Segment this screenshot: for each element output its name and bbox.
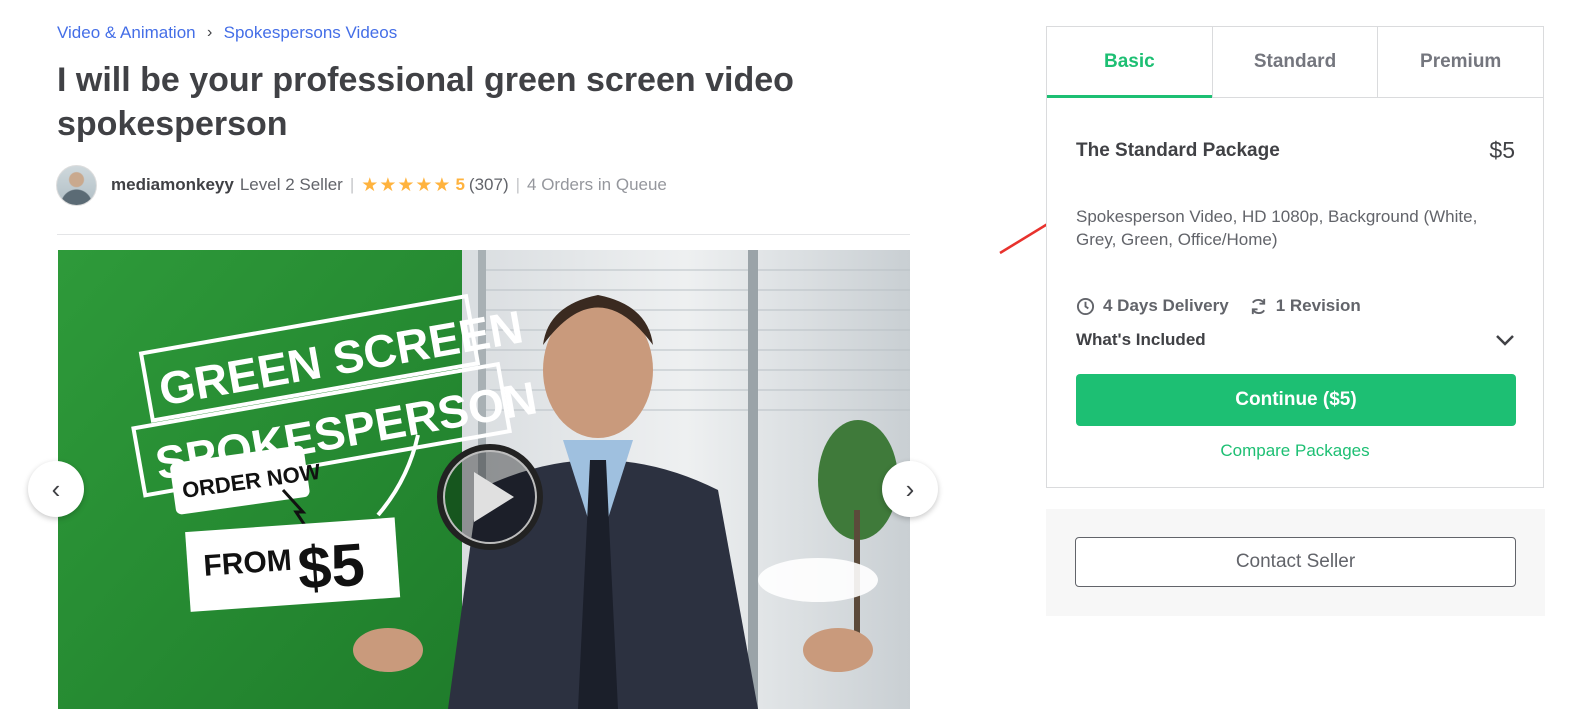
revisions-label: 1 Revision <box>1275 296 1361 315</box>
review-count[interactable]: (307) <box>469 175 509 195</box>
seller-level: Level 2 Seller <box>239 175 343 194</box>
orders-in-queue: 4 Orders in Queue <box>527 175 667 194</box>
package-name: The Standard Package <box>1076 140 1280 161</box>
continue-button[interactable]: Continue ($5) <box>1076 374 1516 426</box>
chevron-down-icon <box>1496 335 1514 346</box>
whats-included-label: What's Included <box>1076 330 1206 349</box>
chevron-right-icon: › <box>905 473 915 504</box>
divider: | <box>349 175 355 194</box>
gig-gallery-video[interactable]: GREEN SCREEN SPOKESPERSON ORDER NOW FROM… <box>58 250 910 709</box>
gig-title: I will be your professional green screen… <box>57 61 794 143</box>
breadcrumb-video-animation[interactable]: Video & Animation <box>57 23 196 43</box>
gallery-prev-button[interactable]: ‹ <box>28 461 84 517</box>
gallery-next-button[interactable]: › <box>882 461 938 517</box>
seller-name[interactable]: mediamonkeyy <box>111 175 234 195</box>
thumbnail-from: FROM <box>202 544 292 583</box>
revisions: 1 Revision <box>1249 296 1361 316</box>
star-rating-icon: ★★★★★ <box>361 174 452 196</box>
delivery-time: 4 Days Delivery <box>1076 296 1229 316</box>
contact-seller-button[interactable]: Contact Seller <box>1075 537 1516 587</box>
package-description: Spokesperson Video, HD 1080p, Background… <box>1076 207 1478 249</box>
package-price: $5 <box>1489 137 1515 163</box>
thumbnail-price: $5 <box>296 531 367 602</box>
contact-panel: Contact Seller <box>1046 509 1545 616</box>
divider: | <box>515 175 521 194</box>
chevron-right-icon: › <box>206 24 213 41</box>
play-icon <box>437 444 543 550</box>
tab-standard[interactable]: Standard <box>1213 27 1379 97</box>
clock-icon <box>1076 297 1095 315</box>
breadcrumb-spokespersons-videos[interactable]: Spokespersons Videos <box>224 23 398 43</box>
chevron-left-icon: ‹ <box>51 473 61 504</box>
package-meta: 4 Days Delivery 1 Revision <box>1076 296 1361 316</box>
compare-packages-link[interactable]: Compare Packages <box>1047 441 1543 461</box>
whats-included-toggle[interactable]: What's Included <box>1076 330 1515 350</box>
tab-basic[interactable]: Basic <box>1047 27 1213 98</box>
package-tabs: Basic Standard Premium <box>1047 27 1543 98</box>
seller-overview: mediamonkeyy Level 2 Seller | ★★★★★ 5 (3… <box>56 164 667 206</box>
gallery-divider <box>57 234 910 235</box>
delivery-label: 4 Days Delivery <box>1103 296 1229 315</box>
rating-score: 5 <box>455 175 465 194</box>
breadcrumb: Video & Animation › Spokespersons Videos <box>57 23 397 43</box>
seller-avatar[interactable] <box>56 164 97 206</box>
package-card: Basic Standard Premium The Standard Pack… <box>1046 26 1544 488</box>
tab-premium[interactable]: Premium <box>1378 27 1543 97</box>
video-thumbnail: GREEN SCREEN SPOKESPERSON ORDER NOW FROM… <box>58 250 910 709</box>
refresh-icon <box>1251 298 1265 314</box>
